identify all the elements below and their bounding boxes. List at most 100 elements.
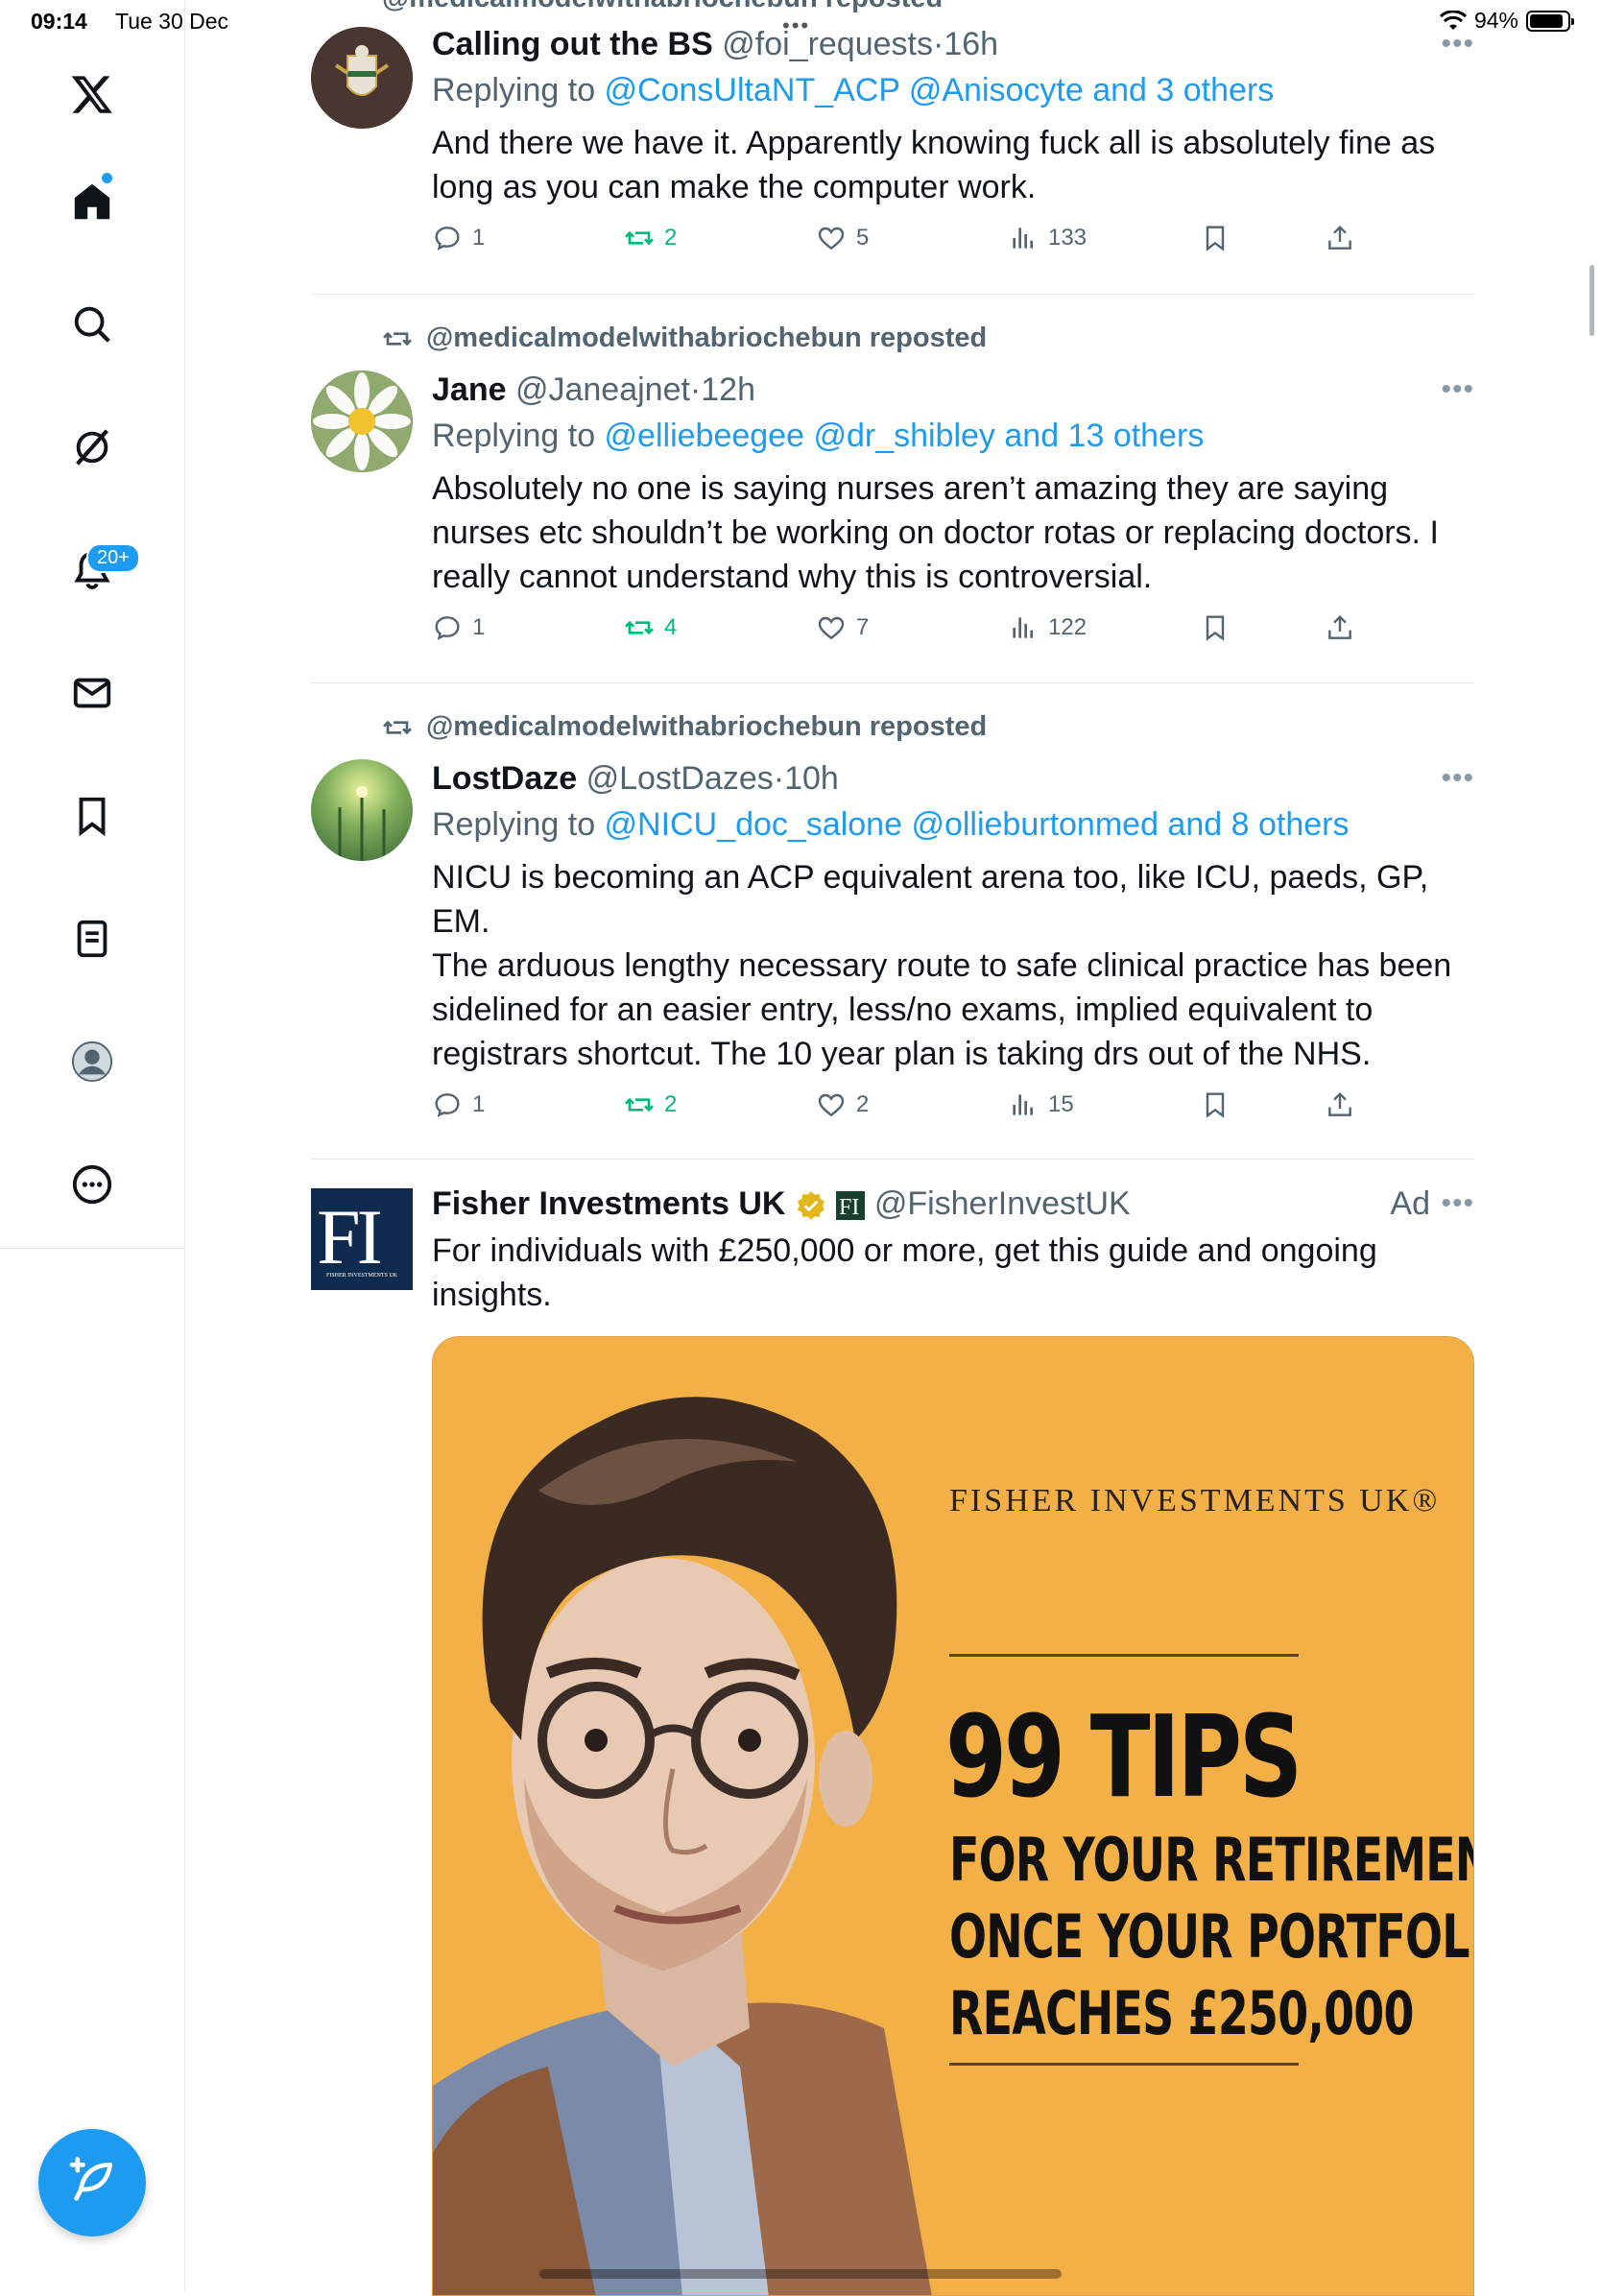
post-time[interactable]: 16h — [944, 26, 998, 62]
repost-icon — [625, 230, 654, 246]
ad-image[interactable]: FISHER INVESTMENTS UK® 99 TIPS FOR YOUR … — [432, 1336, 1474, 2296]
repost-indicator-partial: @medicalmodelwithabriochebun reposted — [382, 0, 943, 14]
replying-to-links[interactable]: @elliebeegee @dr_shibley and 13 others — [605, 418, 1205, 454]
ad-subline: FOR YOUR RETIREMENT — [949, 1825, 1474, 1895]
views-button[interactable]: 122 — [1008, 612, 1087, 643]
views-button[interactable]: 133 — [1008, 223, 1087, 253]
replying-to-links[interactable]: @NICU_doc_salone @ollieburtonmed and 8 o… — [605, 806, 1350, 843]
affiliate-logo-icon: FI — [836, 1191, 866, 1221]
author-handle[interactable]: @LostDazes — [586, 760, 774, 797]
reply-button[interactable]: 1 — [432, 1089, 485, 1120]
author-handle[interactable]: @Janeajnet — [515, 371, 690, 408]
ad-subline: REACHES £250,000 — [949, 1978, 1414, 2048]
ad-label: Ad — [1390, 1185, 1430, 1222]
reply-icon — [435, 616, 460, 640]
post-text: Absolutely no one is saying nurses aren’… — [432, 470, 1439, 595]
share-button[interactable] — [1325, 612, 1355, 643]
post-text-line: The arduous lengthy necessary route to s… — [432, 947, 1452, 1072]
bookmark-icon — [1206, 226, 1225, 251]
reply-button[interactable]: 1 — [432, 612, 485, 643]
repost-icon — [625, 1097, 654, 1112]
repost-indicator: @medicalmodelwithabriochebun reposted — [382, 323, 987, 354]
post-card[interactable]: @medicalmodelwithabriochebun reposted Ja… — [311, 323, 1474, 678]
battery-icon — [1526, 10, 1574, 32]
ad-brand-text: FISHER INVESTMENTS UK® — [949, 1483, 1441, 1519]
repost-small-icon — [383, 720, 412, 734]
replying-to-links[interactable]: @ConsUltaNT_ACP @Anisocyte and 3 others — [605, 72, 1275, 108]
bookmark-button[interactable] — [1200, 223, 1231, 253]
post-actions: 1 2 5 133 — [432, 223, 1474, 271]
home-icon[interactable] — [61, 171, 123, 232]
post-divider — [311, 294, 1474, 295]
battery-percent: 94% — [1473, 8, 1518, 33]
bookmark-button[interactable] — [1200, 1089, 1231, 1120]
post-divider — [311, 1159, 1474, 1160]
notifications-badge: 20+ — [86, 543, 140, 573]
reply-icon — [435, 1093, 460, 1117]
post-card[interactable]: @medicalmodelwithabriochebun reposted Lo… — [311, 711, 1474, 1153]
ad-subline: ONCE YOUR PORTFOLIO — [949, 1901, 1474, 1972]
ad-headline: 99 TIPS — [945, 1690, 1302, 1823]
messages-mail-icon[interactable] — [61, 662, 123, 724]
post-time[interactable]: 10h — [784, 760, 839, 797]
post-more-icon[interactable]: ••• — [1441, 369, 1474, 411]
search-icon[interactable] — [61, 294, 123, 355]
post-avatar[interactable] — [311, 759, 413, 861]
more-options-icon[interactable] — [61, 1154, 123, 1215]
sidebar: 20+ — [0, 0, 185, 2292]
post-more-icon[interactable]: ••• — [1441, 1183, 1474, 1225]
like-button[interactable]: 7 — [816, 612, 869, 643]
repost-button[interactable]: 4 — [624, 612, 677, 643]
ad-rule-bottom — [949, 2063, 1299, 2066]
replying-to: Replying to @ConsUltaNT_ACP @Anisocyte a… — [432, 72, 1275, 108]
ad-author-handle[interactable]: @FisherInvestUK — [874, 1185, 1131, 1222]
post-avatar[interactable] — [311, 27, 413, 129]
home-indicator[interactable] — [539, 2269, 1062, 2279]
post-more-icon[interactable]: ••• — [1441, 23, 1474, 65]
heart-icon — [818, 616, 845, 640]
reply-button[interactable]: 1 — [432, 223, 485, 253]
like-button[interactable]: 2 — [816, 1089, 869, 1120]
share-button[interactable] — [1325, 223, 1355, 253]
replying-to: Replying to @elliebeegee @dr_shibley and… — [432, 418, 1205, 454]
repost-button[interactable]: 2 — [624, 1089, 677, 1120]
grok-icon[interactable] — [61, 417, 123, 478]
author-handle[interactable]: @foi_requests — [722, 26, 933, 62]
bookmarks-icon[interactable] — [61, 785, 123, 847]
heart-icon — [818, 227, 845, 251]
author-name[interactable]: Calling out the BS — [432, 26, 713, 62]
post-more-icon[interactable]: ••• — [1441, 757, 1474, 800]
replying-to: Replying to @NICU_doc_salone @ollieburto… — [432, 806, 1350, 843]
home-unread-dot — [102, 173, 112, 183]
ad-author-name[interactable]: Fisher Investments UK — [432, 1185, 785, 1222]
verified-badge-icon — [797, 1191, 824, 1220]
post-time[interactable]: 12h — [701, 371, 755, 408]
like-button[interactable]: 5 — [816, 223, 869, 253]
ad-post-card[interactable]: FI FISHER INVESTMENTS UK Fisher Investme… — [311, 1183, 1474, 1336]
author-name[interactable]: Jane — [432, 371, 507, 408]
profile-avatar-icon[interactable] — [61, 1031, 123, 1092]
post-text: And there we have it. Apparently knowing… — [432, 125, 1436, 205]
x-logo-icon[interactable] — [61, 63, 123, 125]
ad-text: For individuals with £250,000 or more, g… — [432, 1232, 1377, 1313]
post-avatar[interactable] — [311, 371, 413, 472]
post-divider — [311, 682, 1474, 683]
views-button[interactable]: 15 — [1008, 1089, 1074, 1120]
bookmark-button[interactable] — [1200, 612, 1231, 643]
post-text: NICU is becoming an ACP equivalent arena… — [432, 855, 1474, 1076]
share-icon — [1328, 1091, 1351, 1116]
ad-avatar-logo[interactable]: FI FISHER INVESTMENTS UK — [311, 1188, 413, 1290]
compose-post-button[interactable] — [38, 2129, 146, 2236]
post-actions: 1 2 2 15 — [432, 1089, 1474, 1137]
sidebar-divider — [0, 1248, 184, 1249]
heart-icon — [818, 1093, 845, 1117]
lists-icon[interactable] — [61, 908, 123, 969]
share-button[interactable] — [1325, 1089, 1355, 1120]
post-card[interactable]: Calling out the BS @foi_requests·16h •••… — [311, 23, 1474, 292]
scroll-indicator[interactable] — [1589, 265, 1594, 336]
repost-small-icon — [383, 331, 412, 346]
author-name[interactable]: LostDaze — [432, 760, 577, 797]
repost-indicator: @medicalmodelwithabriochebun reposted — [382, 711, 987, 743]
svg-text:FI: FI — [839, 1195, 859, 1220]
repost-button[interactable]: 2 — [624, 223, 677, 253]
